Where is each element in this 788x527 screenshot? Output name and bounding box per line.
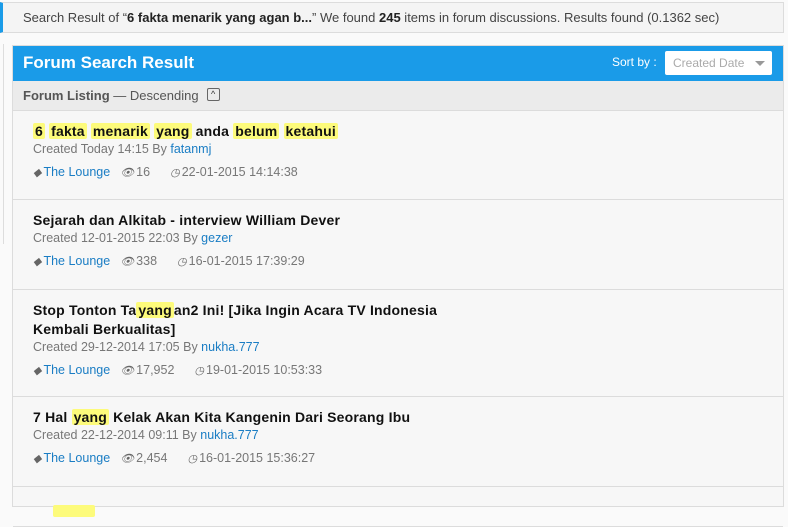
- sort-toggle-button[interactable]: ^: [206, 88, 220, 102]
- thread-meta: ◆ The Lounge 👁 17,952 ◷ 19-01-2015 10:53:33: [33, 363, 783, 377]
- view-count: 2,454: [136, 451, 168, 465]
- list-item: [13, 487, 783, 527]
- created-info: Created Today 14:15 By fatanmj: [33, 142, 783, 156]
- panel-title: Forum Search Result: [23, 53, 194, 72]
- forum-search-panel: Forum Search Result Sort by : Created Da…: [12, 45, 784, 527]
- search-summary: Search Result of “6 fakta menarik yang a…: [0, 2, 784, 33]
- forum-link[interactable]: The Lounge: [43, 254, 110, 268]
- last-updated: 19-01-2015 10:53:33: [206, 363, 323, 377]
- listing-order: — Descending: [109, 88, 199, 103]
- last-updated: 22-01-2015 14:14:38: [181, 165, 298, 179]
- created-text: Created 29-12-2014 17:05 By: [33, 340, 202, 354]
- clock-icon: ◷: [187, 453, 198, 465]
- list-item: 7 Hal yang Kelak Akan Kita Kangenin Dari…: [13, 397, 783, 487]
- forum-link[interactable]: The Lounge: [43, 363, 110, 377]
- sort-value: Created Date: [673, 56, 745, 70]
- highlight: belum: [233, 123, 280, 139]
- forum-link[interactable]: The Lounge: [43, 451, 110, 465]
- title-segment: Kelak Akan Kita Kangenin Dari Seorang Ib…: [109, 409, 411, 425]
- clock-icon: ◷: [194, 365, 205, 377]
- highlight: [53, 505, 95, 517]
- view-count: 338: [136, 254, 158, 268]
- title-segment: Stop Tonton Ta: [33, 302, 137, 318]
- search-query: 6 fakta menarik yang agan b...: [127, 10, 313, 25]
- highlight: 6: [33, 123, 45, 139]
- thread-title[interactable]: 6 fakta menarik yang anda belum ketahui: [33, 122, 453, 141]
- eye-icon: 👁: [120, 365, 135, 377]
- created-info: Created 12-01-2015 22:03 By gezer: [33, 231, 783, 245]
- view-count: 16: [136, 165, 151, 179]
- title-segment: Sejarah dan Alkitab - interview William …: [33, 212, 341, 228]
- summary-suffix: items in forum discussions. Results foun…: [400, 10, 720, 25]
- list-item: 6 fakta menarik yang anda belum ketahui C…: [13, 111, 783, 200]
- result-count: 245: [378, 10, 401, 25]
- highlight: ketahui: [283, 123, 338, 139]
- last-updated: 16-01-2015 17:39:29: [188, 254, 305, 268]
- tag-icon: ◆: [33, 453, 42, 465]
- tag-icon: ◆: [33, 256, 42, 268]
- panel-header: Forum Search Result Sort by : Created Da…: [13, 46, 783, 81]
- author-link[interactable]: fatanmj: [170, 142, 211, 156]
- tag-icon: ◆: [33, 167, 42, 179]
- title-segment: 7 Hal: [33, 409, 72, 425]
- created-text: Created 12-01-2015 22:03 By: [33, 231, 202, 245]
- author-link[interactable]: nukha.777: [201, 340, 259, 354]
- created-info: Created 22-12-2014 09:11 By nukha.777: [33, 428, 783, 442]
- summary-mid: ” We found: [312, 10, 379, 25]
- clock-icon: ◷: [177, 256, 187, 268]
- highlight: fakta: [49, 123, 87, 139]
- highlight: yang: [71, 409, 110, 425]
- tag-icon: ◆: [33, 365, 42, 377]
- chevron-down-icon: [755, 61, 765, 66]
- thread-meta: ◆ The Lounge 👁 16 ◷ 22-01-2015 14:14:38: [33, 165, 783, 179]
- author-link[interactable]: nukha.777: [200, 428, 258, 442]
- summary-prefix: Search Result of “: [23, 10, 128, 25]
- left-sidebar-edge: [0, 44, 4, 244]
- thread-title[interactable]: Stop Tonton Ta yang an2 Ini! [Jika Ingin A…: [33, 301, 453, 339]
- clock-icon: ◷: [170, 167, 180, 179]
- sort-label: Sort by :: [612, 55, 657, 69]
- view-count: 17,952: [136, 363, 175, 377]
- highlight: menarik: [90, 123, 150, 139]
- sort-select[interactable]: Created Date: [665, 51, 772, 75]
- created-text: Created 22-12-2014 09:11 By: [33, 428, 201, 442]
- title-segment: anda: [191, 123, 234, 139]
- listing-bar: Forum Listing — Descending ^: [13, 81, 783, 111]
- thread-title[interactable]: [33, 498, 453, 517]
- thread-title[interactable]: Sejarah dan Alkitab - interview William …: [33, 211, 453, 230]
- thread-meta: ◆ The Lounge 👁 2,454 ◷ 16-01-2015 15:36:27: [33, 451, 783, 465]
- listing-label: Forum Listing: [23, 88, 110, 103]
- created-text: Created Today 14:15 By: [33, 142, 171, 156]
- list-item: Stop Tonton Ta yang an2 Ini! [Jika Ingin A…: [13, 290, 783, 397]
- result-list: 6 fakta menarik yang anda belum ketahui C…: [13, 111, 783, 527]
- author-link[interactable]: gezer: [201, 231, 232, 245]
- thread-meta: ◆ The Lounge 👁 338 ◷ 16-01-2015 17:39:29: [33, 254, 783, 268]
- last-updated: 16-01-2015 15:36:27: [199, 451, 316, 465]
- created-info: Created 29-12-2014 17:05 By nukha.777: [33, 340, 783, 354]
- title-segment: [279, 123, 283, 139]
- list-item: Sejarah dan Alkitab - interview William …: [13, 200, 783, 290]
- highlight: yang: [136, 302, 174, 318]
- forum-link[interactable]: The Lounge: [43, 165, 110, 179]
- highlight: yang: [154, 123, 192, 139]
- eye-icon: 👁: [120, 167, 135, 179]
- eye-icon: 👁: [120, 256, 135, 268]
- thread-title[interactable]: 7 Hal yang Kelak Akan Kita Kangenin Dari…: [33, 408, 453, 427]
- eye-icon: 👁: [120, 453, 135, 465]
